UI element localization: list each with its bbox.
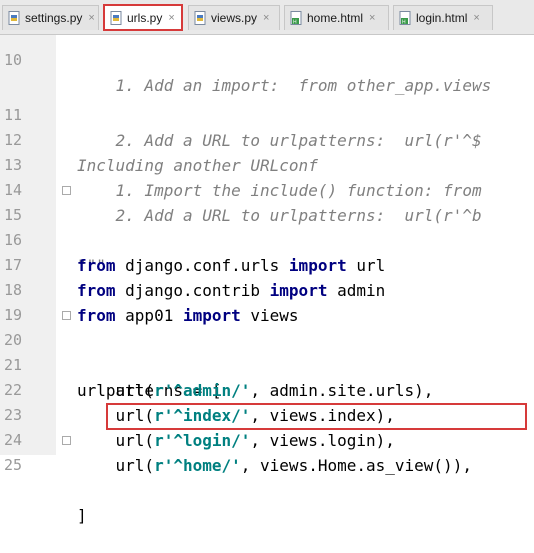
highlight-annotation xyxy=(106,403,527,430)
code-line: 18 from app01 import views xyxy=(3,281,299,325)
fold-icon[interactable] xyxy=(62,186,71,195)
code-line: 25 ] xyxy=(0,428,534,525)
code-line: 10 1. Add an import: from other_app.view… xyxy=(3,51,492,95)
code-line: 20 urlpatterns = [ xyxy=(0,303,534,400)
fold-icon[interactable] xyxy=(62,436,71,445)
code-line: 23 url(r'^login/', views.login), xyxy=(3,406,395,450)
code-line: 17 from django.contrib import admin xyxy=(3,256,386,300)
fold-icon[interactable] xyxy=(62,311,71,320)
code-editor[interactable]: 10 1. Add an import: from other_app.view… xyxy=(0,35,534,525)
code-line: 11 2. Add a URL to urlpatterns: url(r'^$ xyxy=(3,106,482,150)
code-line: 13 1. Import the include() function: fro… xyxy=(3,156,482,200)
code-line: 15 """ xyxy=(0,178,534,275)
code-line: 12 Including another URLconf xyxy=(3,131,318,175)
code-line: 22 url(r'^index/', views.index), xyxy=(3,381,395,425)
code-line: 19 xyxy=(3,306,22,324)
code-line: 16 from django.conf.urls import url xyxy=(3,231,386,275)
code-line: 14 2. Add a URL to urlpatterns: url(r'^b xyxy=(3,181,482,225)
code-line: 21 url(r'^admin/', admin.site.urls), xyxy=(3,356,434,400)
